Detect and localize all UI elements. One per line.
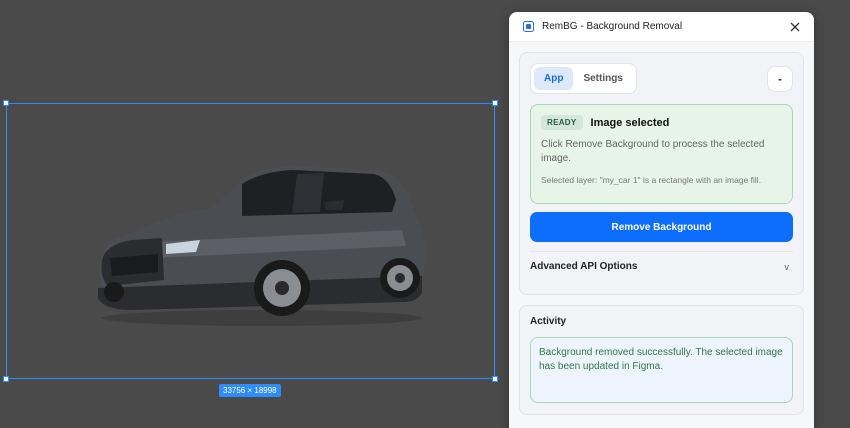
close-button[interactable] — [788, 20, 802, 34]
panel-title: RemBG - Background Removal — [542, 21, 683, 32]
resize-handle-bottom-left[interactable] — [3, 376, 9, 382]
dimension-label: 33756 × 18998 — [219, 384, 281, 397]
main-card: App Settings - READY Image selected Clic… — [519, 52, 804, 295]
chevron-down-icon: v — [784, 261, 790, 272]
tab-bar: App Settings — [530, 63, 637, 94]
resize-handle-top-left[interactable] — [3, 100, 9, 106]
status-description: Click Remove Background to process the s… — [541, 139, 765, 164]
resize-handle-bottom-right[interactable] — [492, 376, 498, 382]
tab-settings[interactable]: Settings — [573, 67, 632, 90]
collapse-button[interactable]: - — [767, 65, 793, 92]
plugin-panel: RemBG - Background Removal App Settings … — [509, 12, 814, 428]
status-box: READY Image selected Click Remove Backgr… — [530, 104, 793, 204]
plugin-icon — [523, 21, 534, 32]
panel-titlebar: RemBG - Background Removal — [509, 12, 814, 42]
close-icon — [790, 22, 800, 31]
status-header: READY Image selected — [541, 115, 782, 130]
advanced-options-toggle[interactable]: Advanced API Options v — [530, 252, 793, 272]
panel-body: App Settings - READY Image selected Clic… — [509, 42, 814, 428]
activity-log: Background removed successfully. The sel… — [530, 337, 793, 403]
activity-title: Activity — [530, 316, 567, 327]
status-badge: READY — [541, 115, 583, 130]
selected-layer-info: Selected layer: "my_car 1" is a rectangl… — [541, 175, 762, 185]
tab-row: App Settings - — [530, 63, 793, 94]
tab-app[interactable]: App — [534, 67, 574, 90]
advanced-options-label: Advanced API Options — [530, 261, 638, 272]
activity-card: Activity Background removed successfully… — [519, 305, 804, 415]
remove-background-button[interactable]: Remove Background — [530, 212, 793, 242]
status-title: Image selected — [590, 116, 670, 129]
resize-handle-top-right[interactable] — [492, 100, 498, 106]
car-image[interactable] — [92, 160, 432, 330]
